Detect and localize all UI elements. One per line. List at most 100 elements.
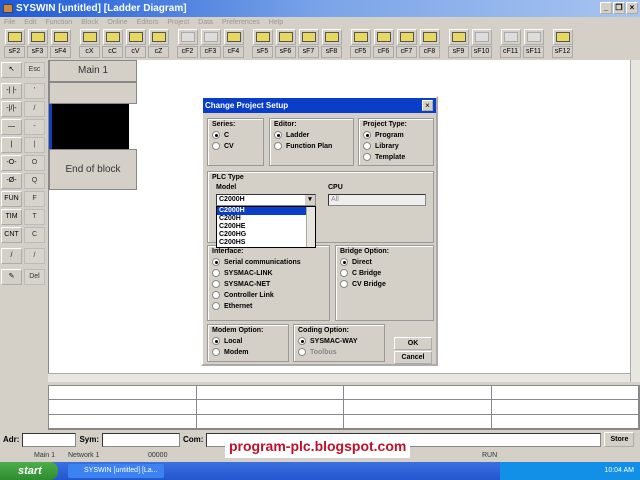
toolbar-button-sf6[interactable]: sF6: [275, 29, 296, 60]
horizontal-scrollbar[interactable]: [48, 373, 630, 382]
start-button[interactable]: start: [0, 462, 58, 480]
coding-option[interactable]: Toolbus: [298, 348, 380, 356]
toolbar-button-cf5[interactable]: cF5: [350, 29, 371, 60]
radio-button[interactable]: [340, 269, 348, 277]
series-option[interactable]: CV: [212, 142, 259, 150]
radio-button[interactable]: [212, 142, 220, 150]
radio-button[interactable]: [212, 280, 220, 288]
project-type-option[interactable]: Program: [363, 131, 429, 139]
bridge-option[interactable]: CV Bridge: [340, 280, 429, 288]
ok-button[interactable]: OK: [394, 337, 432, 350]
radio-button[interactable]: [212, 131, 220, 139]
toolbar-button-cf6[interactable]: cF6: [373, 29, 394, 60]
toolbar-button-cf11[interactable]: cF11: [500, 29, 521, 60]
radio-button[interactable]: [212, 269, 220, 277]
interface-option[interactable]: SYSMAC-LINK: [212, 269, 325, 277]
model-option[interactable]: C2000H: [217, 207, 315, 215]
model-option[interactable]: C200HE: [217, 223, 315, 231]
dropdown-scrollbar[interactable]: [306, 207, 315, 247]
menu-data[interactable]: Data: [198, 17, 213, 28]
model-option[interactable]: C200HG: [217, 231, 315, 239]
toolbar-button-sf12[interactable]: sF12: [552, 29, 573, 60]
radio-button[interactable]: [363, 131, 371, 139]
project-type-option[interactable]: Library: [363, 142, 429, 150]
model-option[interactable]: C200H: [217, 215, 315, 223]
toolbar-button-sf2[interactable]: sF2: [4, 29, 25, 60]
toolbar-button-cf7[interactable]: cF7: [396, 29, 417, 60]
menu-editors[interactable]: Editors: [137, 17, 159, 28]
radio-button[interactable]: [363, 153, 371, 161]
menu-help[interactable]: Help: [269, 17, 283, 28]
toolbar-button-sf8[interactable]: sF8: [321, 29, 342, 60]
radio-button[interactable]: [212, 348, 220, 356]
close-button[interactable]: ×: [626, 2, 638, 14]
menu-file[interactable]: File: [4, 17, 15, 28]
radio-button[interactable]: [212, 337, 220, 345]
radio-button[interactable]: [363, 142, 371, 150]
editor-option[interactable]: Function Plan: [274, 142, 349, 150]
menu-edit[interactable]: Edit: [24, 17, 36, 28]
toolbar-button-sf3[interactable]: sF3: [27, 29, 48, 60]
selected-rung-cursor[interactable]: [49, 104, 129, 149]
toolbar-button-cc[interactable]: cC: [102, 29, 123, 60]
menu-preferences[interactable]: Preferences: [222, 17, 260, 28]
project-type-option[interactable]: Template: [363, 153, 429, 161]
series-option[interactable]: C: [212, 131, 259, 139]
modem-option[interactable]: Local: [212, 337, 284, 345]
palette-tool-icon[interactable]: ✎: [1, 269, 22, 285]
radio-button[interactable]: [212, 302, 220, 310]
bridge-option[interactable]: C Bridge: [340, 269, 429, 277]
radio-button[interactable]: [298, 337, 306, 345]
store-button[interactable]: Store: [604, 432, 635, 447]
palette-tool-icon[interactable]: CNT: [1, 227, 22, 243]
taskbar-syswin[interactable]: SYSWIN [untitled] [La...: [68, 464, 164, 478]
radio-button[interactable]: [340, 280, 348, 288]
toolbar-button-cf4[interactable]: cF4: [223, 29, 244, 60]
radio-button[interactable]: [298, 348, 306, 356]
menu-project[interactable]: Project: [167, 17, 189, 28]
toolbar-button-sf9[interactable]: sF9: [448, 29, 469, 60]
menu-block[interactable]: Block: [81, 17, 98, 28]
menu-function[interactable]: Function: [45, 17, 72, 28]
palette-tool-icon[interactable]: -|/|-: [1, 101, 22, 117]
model-dropdown-list[interactable]: C2000H C200H C200HE C200HG C200HS: [216, 206, 316, 248]
palette-tool-icon[interactable]: -| |-: [1, 83, 22, 99]
cancel-button[interactable]: Cancel: [394, 351, 432, 364]
sym-input[interactable]: [102, 432, 181, 447]
restore-button[interactable]: ❐: [613, 2, 625, 14]
palette-tool-icon[interactable]: -O-: [1, 155, 22, 171]
radio-button[interactable]: [274, 131, 282, 139]
palette-tool-icon[interactable]: ↖: [1, 62, 22, 78]
interface-option[interactable]: SYSMAC-NET: [212, 280, 325, 288]
toolbar-button-sf7[interactable]: sF7: [298, 29, 319, 60]
editor-option[interactable]: Ladder: [274, 131, 349, 139]
palette-tool-icon[interactable]: FUN: [1, 191, 22, 207]
palette-tool-icon[interactable]: -Ø-: [1, 173, 22, 189]
radio-button[interactable]: [212, 291, 220, 299]
toolbar-button-cf8[interactable]: cF8: [419, 29, 440, 60]
dialog-close-button[interactable]: ×: [422, 100, 433, 111]
modem-option[interactable]: Modem: [212, 348, 284, 356]
chevron-down-icon[interactable]: ▾: [305, 195, 315, 205]
interface-option[interactable]: Ethernet: [212, 302, 325, 310]
toolbar-button-sf4[interactable]: sF4: [50, 29, 71, 60]
radio-button[interactable]: [212, 258, 220, 266]
palette-tool-icon[interactable]: TIM: [1, 209, 22, 225]
coding-option[interactable]: SYSMAC-WAY: [298, 337, 380, 345]
interface-option[interactable]: Serial communications: [212, 258, 325, 266]
toolbar-button-cx[interactable]: cX: [79, 29, 100, 60]
toolbar-button-sf5[interactable]: sF5: [252, 29, 273, 60]
toolbar-button-cf2[interactable]: cF2: [177, 29, 198, 60]
menu-online[interactable]: Online: [107, 17, 127, 28]
bridge-option[interactable]: Direct: [340, 258, 429, 266]
adr-input[interactable]: [22, 432, 77, 447]
radio-button[interactable]: [340, 258, 348, 266]
toolbar-button-sf10[interactable]: sF10: [471, 29, 492, 60]
palette-tool-icon[interactable]: |: [1, 137, 22, 153]
toolbar-button-cv[interactable]: cV: [125, 29, 146, 60]
vertical-scrollbar[interactable]: [630, 60, 640, 382]
model-select[interactable]: C2000H ▾: [216, 194, 316, 206]
toolbar-button-cz[interactable]: cZ: [148, 29, 169, 60]
toolbar-button-sf11[interactable]: sF11: [523, 29, 544, 60]
interface-option[interactable]: Controller Link: [212, 291, 325, 299]
